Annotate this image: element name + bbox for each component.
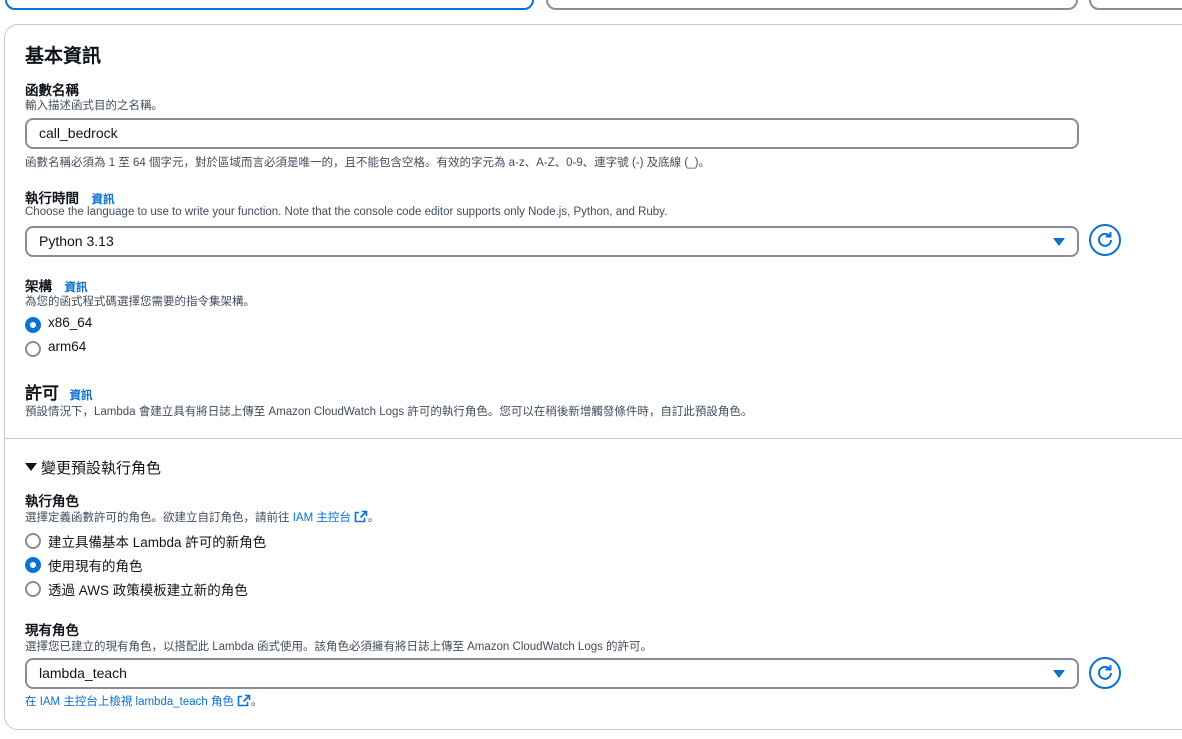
permissions-title: 許可 xyxy=(25,384,59,403)
iam-console-link-text: IAM 主控台 xyxy=(292,512,351,524)
execution-role-description-prefix: 選擇定義函數許可的角色。欲建立自訂角色，請前往 xyxy=(25,512,290,524)
radio-use-existing-role-label: 使用現有的角色 xyxy=(48,559,143,574)
permissions-header: 許可 資訊 xyxy=(25,379,92,404)
triangle-down-icon xyxy=(25,463,37,471)
section-divider xyxy=(5,438,1182,439)
existing-role-select[interactable]: lambda_teach xyxy=(25,658,1079,689)
radio-arm64[interactable] xyxy=(25,341,41,357)
architecture-description: 為您的函式程式碼選擇您需要的指令集架構。 xyxy=(25,296,255,308)
external-link-icon xyxy=(354,510,368,523)
runtime-description: Choose the language to use to write your… xyxy=(25,206,668,218)
existing-role-description: 選擇您已建立的現有角色，以搭配此 Lambda 函式使用。該角色必須擁有將日誌上… xyxy=(25,641,653,653)
function-name-label: 函數名稱 xyxy=(25,83,79,98)
iam-console-link[interactable]: IAM 主控台 xyxy=(292,510,368,524)
runtime-header: 執行時間 資訊 xyxy=(25,187,114,208)
runtime-value: Python 3.13 xyxy=(39,233,114,249)
basic-info-panel: 基本資訊 函數名稱 輸入描述函式目的之名稱。 call_bedrock 函數名稱… xyxy=(4,24,1182,730)
previous-option-card-2[interactable] xyxy=(546,0,1078,10)
radio-create-basic-role[interactable] xyxy=(25,533,41,549)
execution-role-description: 選擇定義函數許可的角色。欲建立自訂角色，請前往 IAM 主控台 。 xyxy=(25,509,379,525)
caret-down-icon xyxy=(1053,238,1065,246)
caret-down-icon xyxy=(1053,670,1065,678)
radio-policy-template-role-label: 透過 AWS 政策模板建立新的角色 xyxy=(48,583,248,598)
runtime-select[interactable]: Python 3.13 xyxy=(25,226,1079,257)
radio-use-existing-role[interactable] xyxy=(25,557,41,573)
radio-policy-template-role[interactable] xyxy=(25,581,41,597)
view-role-link-text: 在 IAM 主控台上檢視 lambda_teach 角色 xyxy=(25,696,234,708)
change-role-title: 變更預設執行角色 xyxy=(41,460,162,477)
existing-role-label: 現有角色 xyxy=(25,623,79,638)
function-name-hint: 函數名稱必須為 1 至 64 個字元，對於區域而言必須是唯一的，且不能包含空格。… xyxy=(25,157,710,169)
previous-option-card-3[interactable] xyxy=(1089,0,1182,10)
previous-option-card-1[interactable] xyxy=(5,0,534,10)
permissions-description: 預設情況下，Lambda 會建立具有將日誌上傳至 Amazon CloudWat… xyxy=(25,406,753,418)
execution-role-description-suffix: 。 xyxy=(367,512,380,524)
section-title: 基本資訊 xyxy=(25,46,102,67)
permissions-info-link[interactable]: 資訊 xyxy=(69,390,92,402)
execution-role-label: 執行角色 xyxy=(25,494,79,509)
view-role-suffix: 。 xyxy=(250,696,263,708)
runtime-info-link[interactable]: 資訊 xyxy=(91,194,114,206)
runtime-label: 執行時間 xyxy=(25,191,79,206)
function-name-input[interactable]: call_bedrock xyxy=(25,118,1079,149)
change-role-expander[interactable]: 變更預設執行角色 xyxy=(25,457,161,478)
existing-role-refresh-button[interactable] xyxy=(1089,657,1121,689)
radio-x86-64-label: x86_64 xyxy=(48,315,93,330)
radio-arm64-label: arm64 xyxy=(48,339,87,354)
function-name-description: 輸入描述函式目的之名稱。 xyxy=(25,100,163,112)
function-name-value: call_bedrock xyxy=(39,125,118,141)
radio-create-basic-role-label: 建立具備基本 Lambda 許可的新角色 xyxy=(48,535,267,550)
view-role-line: 在 IAM 主控台上檢視 lambda_teach 角色 。 xyxy=(25,693,262,709)
refresh-icon xyxy=(1098,232,1112,247)
view-role-in-iam-link[interactable]: 在 IAM 主控台上檢視 lambda_teach 角色 xyxy=(25,694,251,708)
refresh-icon xyxy=(1098,665,1112,680)
existing-role-value: lambda_teach xyxy=(39,665,127,681)
architecture-label: 架構 xyxy=(25,279,52,294)
external-link-icon xyxy=(237,694,251,707)
radio-x86-64[interactable] xyxy=(25,317,41,333)
runtime-refresh-button[interactable] xyxy=(1089,224,1121,256)
